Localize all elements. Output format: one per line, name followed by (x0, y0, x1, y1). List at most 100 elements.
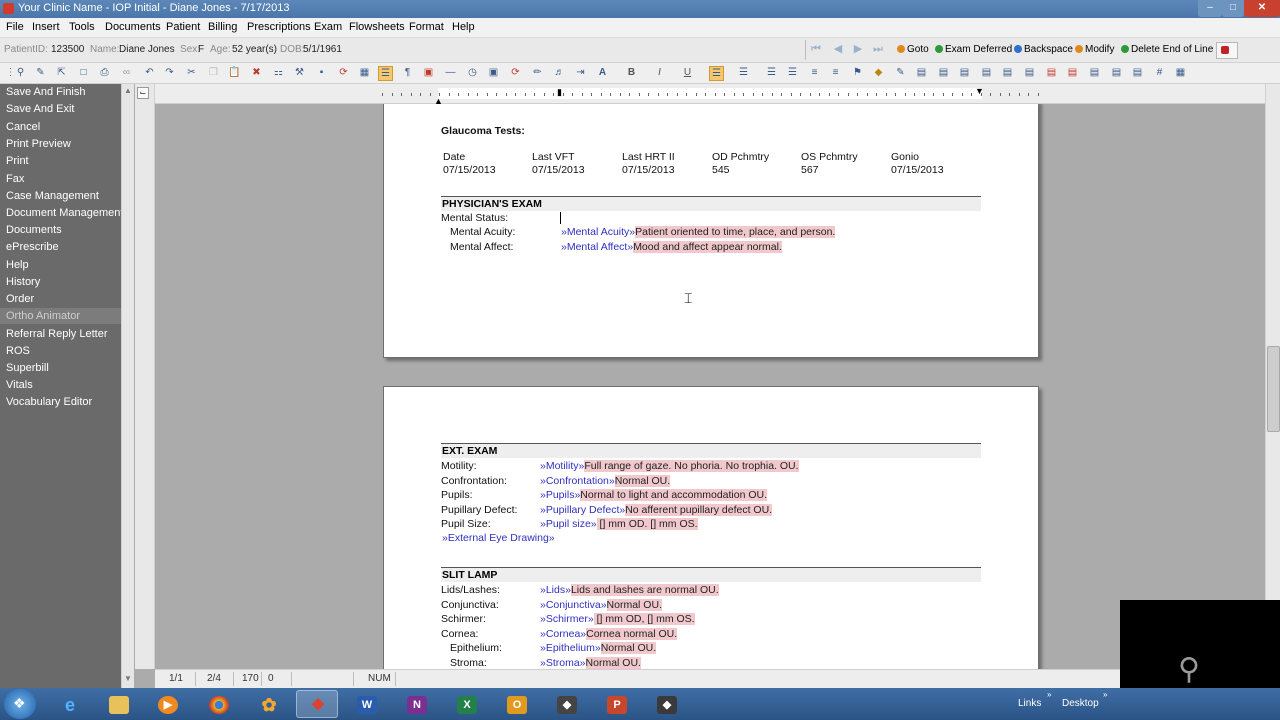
modify-button[interactable]: Modify (1075, 44, 1114, 55)
document-page[interactable]: EXT. EXAM Motility: »Motility»Full range … (383, 386, 1039, 669)
next-record-icon[interactable]: ▶ (852, 43, 864, 55)
highlight-icon[interactable]: ◆ (872, 66, 885, 79)
taskbar-chrome[interactable] (198, 690, 240, 718)
table-split-icon[interactable]: ▤ (1001, 66, 1014, 79)
insert-row-icon[interactable]: ▤ (915, 66, 928, 79)
exam-field[interactable]: »Schirmer» (540, 613, 594, 625)
exam-field[interactable]: »Epithelium» (540, 642, 601, 654)
first-record-icon[interactable]: ⏮ (810, 43, 822, 55)
exam-row-entry[interactable]: »Motility»Full range of gaze. No phoria.… (540, 460, 799, 472)
table-properties-icon[interactable]: ▤ (1088, 66, 1101, 79)
exam-field[interactable]: »Conjunctiva» (540, 599, 607, 611)
exam-row-entry[interactable]: »Schirmer» [] mm OD, [] mm OS. (540, 613, 695, 625)
menu-flowsheets[interactable]: Flowsheets (349, 21, 405, 33)
delete-column-icon[interactable]: ▤ (1066, 66, 1079, 79)
sidebar-item-vitals[interactable]: Vitals (0, 377, 121, 393)
find-icon[interactable]: ⚏ (272, 66, 285, 79)
document-area[interactable]: Glaucoma Tests: Date Last VFT Last HRT I… (155, 104, 1265, 669)
exam-value[interactable]: Normal OU. (606, 598, 662, 611)
table-cell-icon[interactable]: ▤ (1023, 66, 1036, 79)
menu-insert[interactable]: Insert (32, 21, 60, 33)
taskbar-ie[interactable]: e (49, 690, 91, 718)
mental-acuity-value[interactable]: Patient oriented to time, place, and per… (635, 226, 836, 238)
insert-column-icon[interactable]: ▤ (937, 66, 950, 79)
mental-affect-field[interactable]: »Mental Affect» (561, 241, 633, 253)
style-icon[interactable]: ⚑ (851, 66, 864, 79)
backspace-button[interactable]: Backspace (1014, 44, 1073, 55)
underline-icon[interactable]: U (681, 66, 694, 79)
menu-prescriptions[interactable]: Prescriptions (247, 21, 311, 33)
tab-marker-icon[interactable]: ▮ (557, 87, 562, 98)
exam-value[interactable]: Normal to light and accommodation OU. (580, 489, 768, 501)
undo-icon[interactable]: ↶ (143, 66, 156, 79)
mental-acuity-row[interactable]: »Mental Acuity»Patient oriented to time,… (561, 226, 836, 238)
mental-affect-row[interactable]: »Mental Affect»Mood and affect appear no… (561, 241, 782, 253)
scroll-down-icon[interactable]: ▼ (124, 674, 132, 683)
previous-record-icon[interactable]: ◀ (832, 43, 844, 55)
redo-icon[interactable]: ↷ (163, 66, 176, 79)
justify-icon[interactable]: ☰ (786, 66, 799, 79)
menu-file[interactable]: File (6, 21, 24, 33)
start-button[interactable]: ❖ (4, 689, 36, 719)
taskbar-app-2[interactable]: ◆ (546, 690, 588, 718)
find-replace-icon[interactable]: ⚒ (293, 66, 306, 79)
export-icon[interactable]: ⇱ (55, 66, 68, 79)
scroll-thumb[interactable] (1267, 346, 1280, 432)
font-color-icon[interactable]: A (596, 66, 609, 79)
sidebar-item-documents[interactable]: Documents (0, 222, 121, 238)
microphone-icon[interactable] (1216, 42, 1238, 59)
exam-row-entry[interactable]: »Epithelium»Normal OU. (540, 642, 657, 654)
tab-stop-icon[interactable]: ⌙ (137, 87, 149, 99)
exam-row-entry[interactable]: »Cornea»Cornea normal OU. (540, 627, 678, 640)
menu-documents[interactable]: Documents (105, 21, 161, 33)
exam-value[interactable]: Full range of gaze. No phoria. No trophi… (584, 460, 799, 472)
exam-deferred-button[interactable]: Exam Deferred (935, 44, 1012, 55)
sidebar-item-print-preview[interactable]: Print Preview (0, 136, 121, 152)
sidebar-item-cancel[interactable]: Cancel (0, 119, 121, 135)
sidebar-item-eprescribe[interactable]: ePrescribe (0, 239, 121, 255)
sidebar-item-case-management[interactable]: Case Management (0, 188, 121, 204)
exam-row-entry[interactable]: »Lids»Lids and lashes are normal OU. (540, 584, 719, 596)
search-icon[interactable]: ⚲ (14, 66, 27, 79)
sidebar-item-superbill[interactable]: Superbill (0, 360, 121, 376)
bullets-icon[interactable]: ≡ (808, 66, 821, 79)
exam-value[interactable]: Cornea normal OU. (586, 627, 678, 640)
menu-help[interactable]: Help (452, 21, 475, 33)
last-record-icon[interactable]: ⏭ (872, 43, 884, 55)
exam-field[interactable]: »Pupillary Defect» (540, 504, 625, 516)
taskbar-ehr-app[interactable]: ❖ (296, 690, 338, 718)
exam-field[interactable]: »Stroma» (540, 657, 586, 669)
desktop-toolbar[interactable]: Desktop (1062, 698, 1099, 709)
print-icon[interactable]: ⎙ (98, 66, 111, 79)
numbering-icon[interactable]: ≡ (829, 66, 842, 79)
clock-icon[interactable]: ◷ (466, 66, 479, 79)
taskbar-excel[interactable]: X (446, 690, 488, 718)
menu-tools[interactable]: Tools (69, 21, 95, 33)
sidebar-item-print[interactable]: Print (0, 153, 121, 169)
exam-field[interactable]: »Confrontation» (540, 475, 615, 487)
exam-row-entry[interactable]: »Pupils»Normal to light and accommodatio… (540, 489, 768, 501)
table-select-icon[interactable]: ▦ (1174, 66, 1187, 79)
clipboard-icon[interactable]: ▪ (315, 66, 328, 79)
delete-icon[interactable]: ✖ (250, 66, 263, 79)
signature-icon[interactable]: ⟳ (509, 66, 522, 79)
copy-icon[interactable]: ❐ (207, 66, 220, 79)
table-icon[interactable]: ▦ (358, 66, 371, 79)
exam-value[interactable]: [] mm OD. [] mm OS. (596, 518, 698, 530)
exam-field[interactable]: »Motility» (540, 460, 584, 472)
taskbar-powerpoint[interactable]: P (596, 690, 638, 718)
sidebar-item-referral-reply-letter[interactable]: Referral Reply Letter (0, 326, 121, 342)
pen-icon[interactable]: ✏ (531, 66, 544, 79)
exam-field[interactable]: »Lids» (540, 584, 571, 596)
exam-field[interactable]: »Cornea» (540, 628, 586, 640)
grid-icon[interactable]: # (1153, 66, 1166, 79)
right-indent-marker-icon[interactable]: ▼ (975, 86, 984, 96)
table-borders-icon[interactable]: ▤ (1110, 66, 1123, 79)
table-insert-icon[interactable]: ▤ (958, 66, 971, 79)
sidebar-item-document-management[interactable]: Document Management (0, 205, 123, 221)
exam-row-entry[interactable]: »Pupillary Defect»No afferent pupillary … (540, 503, 773, 516)
exam-row-entry[interactable]: »Stroma»Normal OU. (540, 656, 641, 669)
sidebar-item-order[interactable]: Order (0, 291, 121, 307)
exam-row-entry[interactable]: »Confrontation»Normal OU. (540, 474, 671, 487)
delete-row-icon[interactable]: ▤ (1045, 66, 1058, 79)
